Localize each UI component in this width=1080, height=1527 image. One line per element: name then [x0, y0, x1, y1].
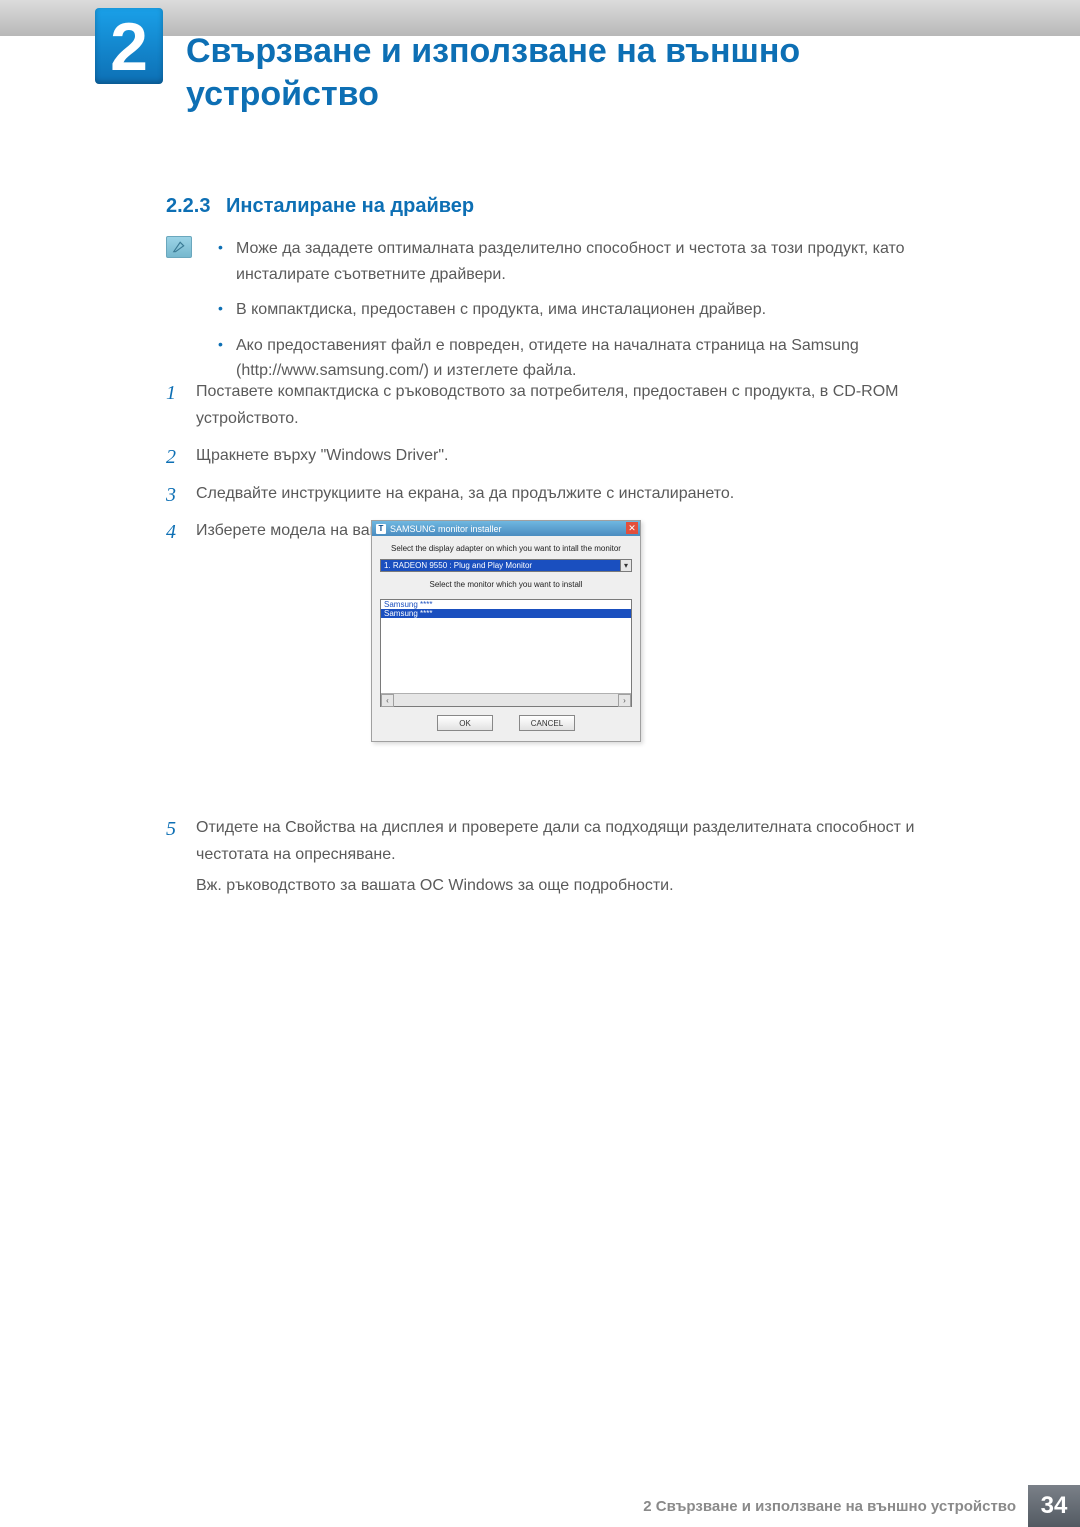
page-footer: 2 Свързване и използване на външно устро…: [0, 1485, 1080, 1527]
step-number: 3: [166, 478, 176, 512]
footer-chapter: 2 Свързване и използване на външно устро…: [643, 1485, 1028, 1527]
dialog-prompt-monitor: Select the monitor which you want to ins…: [380, 580, 632, 589]
dropdown-button[interactable]: ▾: [620, 559, 632, 572]
page-number: 34: [1028, 1485, 1080, 1527]
step-text: Поставете компактдиска с ръководството з…: [196, 383, 898, 427]
ok-button[interactable]: OK: [437, 715, 493, 731]
step-text: Следвайте инструкциите на екрана, за да …: [196, 485, 734, 502]
dialog-title: SAMSUNG monitor installer: [390, 524, 502, 534]
adapter-select[interactable]: 1. RADEON 9550 : Plug and Play Monitor: [380, 559, 632, 572]
section-title: Инсталиране на драйвер: [226, 195, 474, 217]
step-item: 3 Следвайте инструкциите на екрана, за д…: [166, 480, 926, 507]
section-heading: 2.2.3 Инсталиране на драйвер: [166, 195, 474, 218]
step-number: 5: [166, 812, 176, 846]
chapter-title: Свързване и използване на външно устройс…: [186, 30, 906, 115]
step-number: 4: [166, 515, 176, 549]
step-item: 5 Отидете на Свойства на дисплея и прове…: [166, 814, 926, 900]
step-item: 1 Поставете компактдиска с ръководството…: [166, 378, 926, 432]
scrollbar[interactable]: ‹ ›: [381, 693, 631, 706]
list-item[interactable]: Samsung ****: [381, 600, 631, 609]
step-text: Щракнете върху "Windows Driver".: [196, 447, 448, 464]
list-item[interactable]: Samsung ****: [381, 609, 631, 618]
dialog-prompt-adapter: Select the display adapter on which you …: [380, 544, 632, 553]
note-block: Може да зададете оптималната разделителн…: [166, 236, 926, 394]
section-number: 2.2.3: [166, 195, 210, 217]
installer-dialog: T SAMSUNG monitor installer ✕ Select the…: [371, 520, 641, 742]
scroll-right-icon[interactable]: ›: [618, 694, 631, 707]
monitor-listbox[interactable]: Samsung **** Samsung **** ‹ ›: [380, 599, 632, 707]
note-item: В компактдиска, предоставен с продукта, …: [236, 297, 926, 323]
close-button[interactable]: ✕: [626, 522, 638, 534]
info-icon: [166, 236, 192, 258]
cancel-button[interactable]: CANCEL: [519, 715, 575, 731]
step-extra-text: Вж. ръководството за вашата ОС Windows з…: [166, 872, 926, 899]
app-logo-icon: T: [376, 524, 386, 534]
step-item: 2 Щракнете върху "Windows Driver".: [166, 442, 926, 469]
dialog-titlebar: T SAMSUNG monitor installer ✕: [372, 521, 640, 536]
note-item: Ако предоставеният файл е повреден, отид…: [236, 333, 926, 384]
step-number: 2: [166, 440, 176, 474]
scroll-left-icon[interactable]: ‹: [381, 694, 394, 707]
step-number: 1: [166, 376, 176, 410]
step-text: Отидете на Свойства на дисплея и провере…: [196, 819, 914, 863]
note-item: Може да зададете оптималната разделителн…: [236, 236, 926, 287]
chapter-number-badge: 2: [95, 8, 163, 84]
